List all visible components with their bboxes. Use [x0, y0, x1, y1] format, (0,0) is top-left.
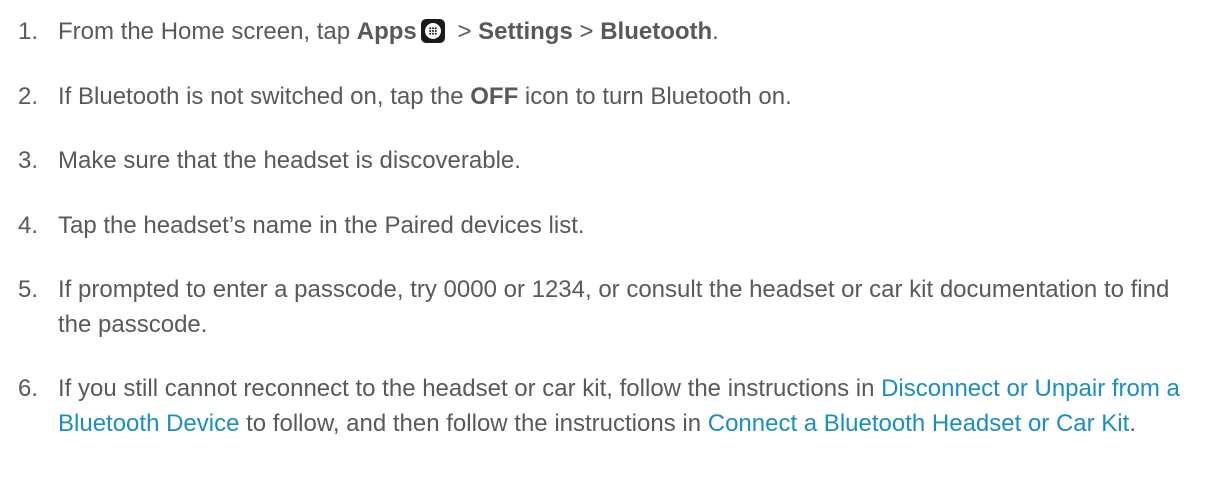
separator: > — [450, 18, 479, 45]
step-number: 6. — [18, 375, 39, 402]
step-number: 2. — [18, 83, 39, 110]
connect-headset-link[interactable]: Connect a Bluetooth Headset or Car Kit — [708, 410, 1130, 437]
step-text: If Bluetooth is not switched on, tap the… — [58, 79, 1208, 114]
step-text-part: icon to turn Bluetooth on. — [518, 83, 792, 110]
step-number: 5. — [18, 276, 39, 303]
separator: > — [572, 18, 601, 45]
step-text: Tap the headset’s name in the Paired dev… — [58, 212, 585, 239]
step-text: If prompted to enter a passcode, try 000… — [58, 276, 1170, 338]
step-text-part: From the Home screen, tap — [58, 18, 357, 45]
apps-grid-icon — [420, 19, 445, 43]
step-text-part: . — [1129, 410, 1136, 437]
step-text: Make sure that the headset is discoverab… — [58, 147, 521, 174]
step-text-part: . — [712, 18, 719, 45]
step-number: 1. — [18, 18, 39, 45]
step-number: 4. — [18, 212, 39, 239]
step-number: 3. — [18, 147, 39, 174]
step-text-part: If you still cannot reconnect to the hea… — [58, 375, 882, 402]
step-text: If you still cannot reconnect to the hea… — [58, 371, 1208, 441]
apps-label: Apps — [356, 18, 417, 45]
step-text-part: to follow, and then follow the instructi… — [239, 410, 708, 437]
settings-label: Settings — [478, 18, 573, 45]
bluetooth-label: Bluetooth — [600, 18, 713, 45]
step-text: From the Home screen, tap Apps > Setting… — [58, 14, 1208, 49]
off-label: OFF — [470, 83, 519, 110]
step-text-part: If Bluetooth is not switched on, tap the — [58, 83, 471, 110]
